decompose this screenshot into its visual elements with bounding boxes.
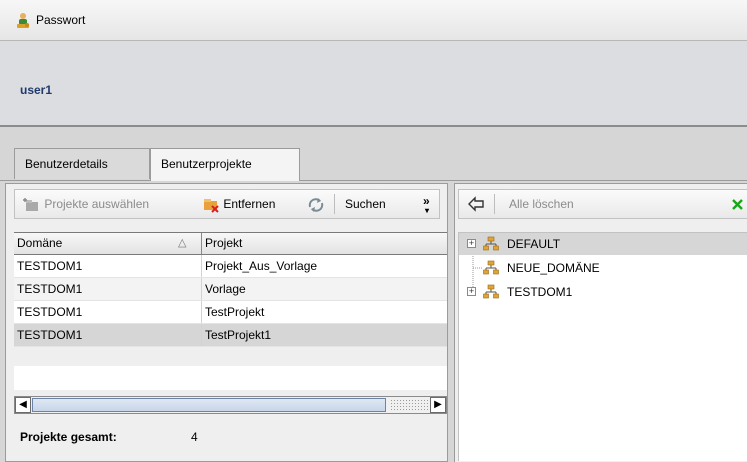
add-project-icon — [23, 197, 38, 211]
tab-user-details[interactable]: Benutzerdetails — [14, 148, 150, 179]
scroll-left-icon[interactable]: ◀ — [15, 397, 31, 413]
toolbar-separator — [494, 194, 495, 214]
password-icon — [17, 13, 29, 28]
tab-user-projects[interactable]: Benutzerprojekte — [150, 148, 300, 181]
cell-project: TestProjekt1 — [205, 328, 272, 342]
network-icon — [483, 236, 499, 251]
table-empty-area — [14, 366, 447, 390]
table-row[interactable]: TESTDOM1 Vorlage — [14, 278, 447, 301]
remove-icon — [204, 198, 219, 213]
table-header: Domäne △ Projekt — [14, 233, 447, 255]
assigned-projects-panel: Projekte auswählen Entfernen Suchen » ▾ — [5, 183, 448, 462]
select-projects-label: Projekte auswählen — [44, 197, 150, 211]
domain-tree-panel: Alle löschen + DEFAULT NEUE_DOMÄNE + TES… — [454, 183, 747, 462]
projects-total: Projekte gesamt: 4 — [20, 430, 198, 444]
select-projects-button[interactable]: Projekte auswählen — [23, 190, 149, 218]
expand-icon[interactable]: + — [467, 287, 476, 296]
clear-all-field[interactable]: Alle löschen — [509, 190, 574, 218]
projects-total-value: 4 — [191, 430, 198, 444]
cell-domain: TESTDOM1 — [17, 282, 83, 296]
projects-total-label: Projekte gesamt: — [20, 430, 117, 444]
tree-node-label: DEFAULT — [507, 237, 561, 251]
user-name: user1 — [20, 83, 53, 97]
toolbar-separator — [334, 194, 335, 214]
column-divider — [201, 324, 202, 346]
column-header-domain[interactable]: Domäne — [17, 233, 62, 254]
cell-project: Vorlage — [205, 282, 246, 296]
column-header-project[interactable]: Projekt — [205, 233, 242, 254]
network-icon — [483, 260, 499, 275]
cell-domain: TESTDOM1 — [17, 328, 83, 342]
domain-tree: + DEFAULT NEUE_DOMÄNE + TESTDOM1 — [458, 232, 747, 461]
cell-domain: TESTDOM1 — [17, 305, 83, 319]
table-row-selected[interactable]: TESTDOM1 TestProjekt1 — [14, 324, 447, 347]
chevron-down-icon: ▾ — [425, 206, 430, 215]
tree-node-label: TESTDOM1 — [507, 285, 573, 299]
search-button[interactable]: Suchen — [345, 190, 386, 218]
tree-node-default[interactable]: + DEFAULT — [459, 233, 747, 255]
scroll-right-icon[interactable]: ▶ — [430, 397, 446, 413]
user-header: user1 — [0, 41, 747, 127]
tab-divider — [0, 180, 747, 181]
close-icon[interactable] — [731, 198, 744, 211]
column-divider — [201, 233, 202, 254]
column-divider — [201, 278, 202, 300]
remove-label: Entfernen — [223, 197, 276, 211]
remove-button[interactable]: Entfernen — [202, 190, 275, 218]
expand-icon[interactable]: + — [467, 239, 476, 248]
column-divider — [201, 255, 202, 277]
toolbar-overflow-button[interactable]: » ▾ — [423, 187, 430, 215]
tree-node-neue-domaene[interactable]: NEUE_DOMÄNE — [459, 257, 747, 279]
projects-toolbar: Projekte auswählen Entfernen Suchen » ▾ — [14, 189, 440, 219]
tree-node-testdom1[interactable]: + TESTDOM1 — [459, 281, 747, 303]
sort-indicator-icon: △ — [178, 237, 187, 249]
scrollbar-thumb[interactable] — [32, 398, 386, 412]
tree-node-label: NEUE_DOMÄNE — [507, 261, 600, 275]
tree-toolbar: Alle löschen — [458, 189, 747, 219]
cell-domain: TESTDOM1 — [17, 259, 83, 273]
refresh-button[interactable] — [306, 190, 326, 218]
scrollbar-track[interactable] — [390, 399, 428, 411]
network-icon — [483, 284, 499, 299]
cell-project: Projekt_Aus_Vorlage — [205, 259, 318, 273]
table-row[interactable]: TESTDOM1 Projekt_Aus_Vorlage — [14, 255, 447, 278]
table-row[interactable]: TESTDOM1 TestProjekt — [14, 301, 447, 324]
projects-table: Domäne △ Projekt TESTDOM1 Projekt_Aus_Vo… — [14, 232, 447, 347]
move-left-icon[interactable] — [467, 196, 485, 212]
column-divider — [201, 301, 202, 323]
top-toolbar: Passwort — [0, 0, 747, 41]
cell-project: TestProjekt — [205, 305, 265, 319]
horizontal-scrollbar[interactable]: ◀ ▶ — [14, 396, 447, 414]
password-button[interactable]: Passwort — [36, 13, 85, 27]
refresh-icon — [308, 197, 324, 212]
